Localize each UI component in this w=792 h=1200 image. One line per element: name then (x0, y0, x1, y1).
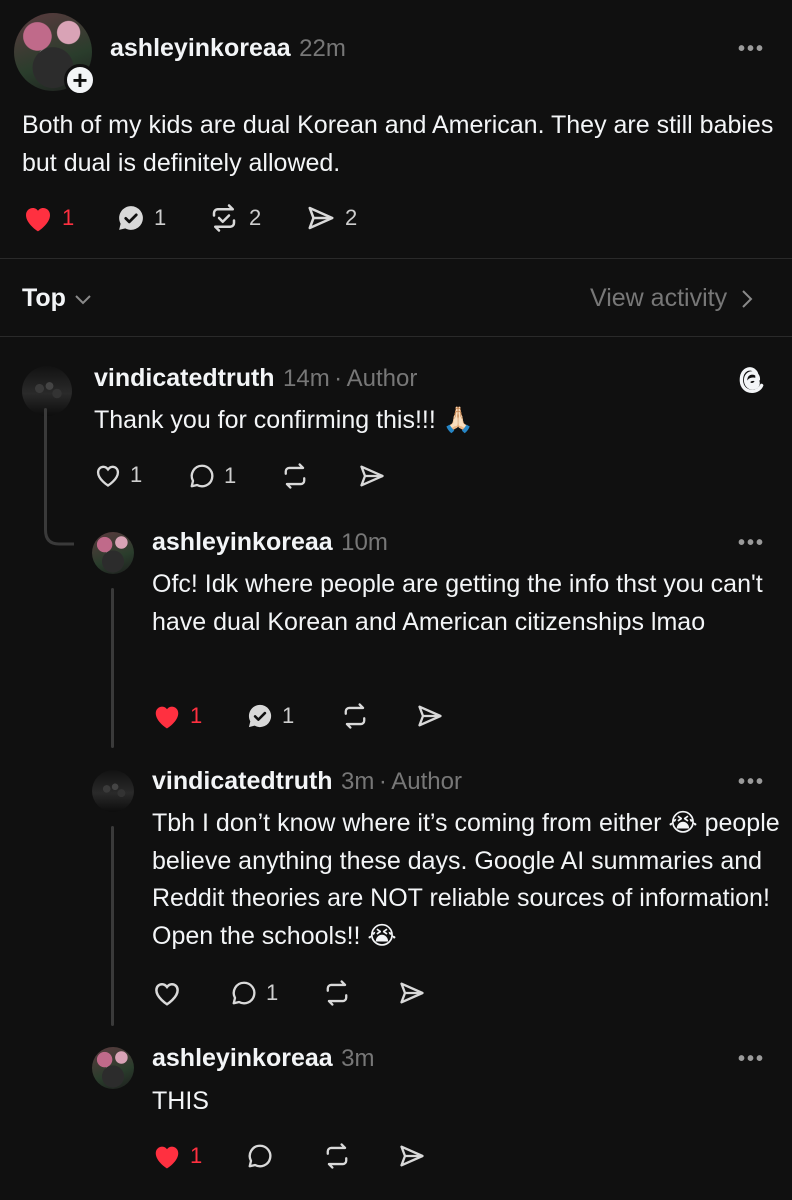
like-count: 1 (62, 205, 75, 230)
reply-count: 1 (266, 980, 279, 1005)
repost-icon[interactable] (280, 462, 310, 490)
more-icon[interactable]: ••• (738, 771, 765, 794)
like-button[interactable]: 1 (152, 702, 202, 730)
username[interactable]: vindicatedtruth (152, 767, 333, 795)
separator: · (334, 365, 343, 392)
heart-filled-icon (26, 208, 50, 232)
repost-check-icon (212, 204, 236, 232)
avatar[interactable] (92, 770, 134, 812)
thread-line (111, 826, 114, 1026)
post-header: ashleyinkoreaa 22m (110, 34, 346, 63)
repost-icon[interactable] (322, 979, 352, 1007)
reply-text: Tbh I don’t know where it’s coming from … (152, 809, 780, 950)
reply-button[interactable]: 1 (188, 462, 236, 490)
reply-header: vindicatedtruth 14m · Author (94, 364, 417, 393)
like-button[interactable]: 1 (152, 1142, 202, 1170)
author-label: Author (391, 768, 462, 795)
follow-plus-icon[interactable]: + (64, 64, 96, 96)
timestamp: 3m (341, 768, 375, 795)
like-button[interactable]: 1 (22, 203, 74, 233)
repost-count: 2 (249, 205, 262, 230)
share-icon[interactable] (358, 462, 386, 490)
reply-count: 1 (154, 205, 167, 230)
timestamp: 22m (299, 35, 346, 62)
reply-header: ashleyinkoreaa 3m (152, 1044, 374, 1073)
avatar[interactable] (22, 366, 72, 416)
like-button[interactable]: 1 (94, 462, 142, 488)
more-icon[interactable]: ••• (738, 1048, 765, 1071)
separator: · (378, 768, 387, 795)
reply-icon (232, 981, 256, 1005)
username[interactable]: ashleyinkoreaa (152, 1044, 333, 1072)
username[interactable]: ashleyinkoreaa (152, 528, 333, 556)
like-count: 1 (190, 1143, 203, 1168)
repost-button[interactable]: 2 (207, 203, 261, 233)
chevron-down-icon (75, 294, 91, 304)
heart-outline-icon[interactable] (152, 979, 182, 1007)
share-icon[interactable] (416, 702, 444, 730)
sort-dropdown[interactable]: Top (22, 284, 92, 313)
chevron-right-icon (742, 289, 753, 308)
share-icon[interactable] (398, 1142, 426, 1170)
view-activity-link[interactable]: View activity (590, 284, 753, 313)
like-count: 1 (190, 703, 203, 728)
heart-outline-icon (96, 465, 120, 487)
reply-check-icon (119, 206, 143, 230)
like-count: 1 (130, 462, 143, 487)
share-count: 2 (345, 205, 358, 230)
username[interactable]: vindicatedtruth (94, 364, 275, 392)
heart-filled-icon (155, 706, 179, 729)
divider (0, 258, 792, 259)
avatar[interactable] (92, 532, 134, 574)
reply-check-icon (248, 704, 272, 728)
share-icon (308, 206, 334, 230)
reply-button[interactable]: 1 (246, 702, 294, 730)
repost-icon[interactable] (322, 1142, 352, 1170)
reply-button[interactable]: 1 (116, 203, 166, 233)
view-activity-label: View activity (590, 284, 728, 312)
username[interactable]: ashleyinkoreaa (110, 34, 291, 62)
reply-text: Ofc! Idk where people are getting the in… (152, 570, 763, 636)
divider (0, 336, 792, 337)
thread-line (111, 588, 114, 748)
reply-text: Thank you for confirming this!!! 🙏🏻 (94, 406, 474, 434)
reply-icon[interactable] (246, 1142, 274, 1170)
timestamp: 3m (341, 1045, 375, 1072)
timestamp: 14m (283, 365, 330, 392)
reply-icon (190, 464, 214, 488)
author-label: Author (346, 365, 418, 392)
share-button[interactable]: 2 (305, 203, 357, 233)
share-icon[interactable] (398, 979, 426, 1007)
reply-header: vindicatedtruth 3m · Author (152, 767, 462, 796)
more-icon[interactable]: ••• (738, 38, 765, 61)
repost-icon[interactable] (340, 702, 370, 730)
reply-header: ashleyinkoreaa 10m (152, 528, 388, 557)
reply-button[interactable]: 1 (230, 979, 278, 1007)
reply-text: THIS (152, 1087, 209, 1115)
threads-logo-icon[interactable] (735, 363, 769, 397)
more-icon[interactable]: ••• (738, 532, 765, 555)
sort-label: Top (22, 284, 66, 312)
avatar[interactable] (92, 1047, 134, 1089)
post-text: Both of my kids are dual Korean and Amer… (22, 111, 774, 177)
heart-filled-icon (155, 1146, 179, 1169)
timestamp: 10m (341, 529, 388, 556)
thread-connector (44, 512, 74, 546)
reply-count: 1 (282, 703, 295, 728)
reply-count: 1 (224, 463, 237, 488)
